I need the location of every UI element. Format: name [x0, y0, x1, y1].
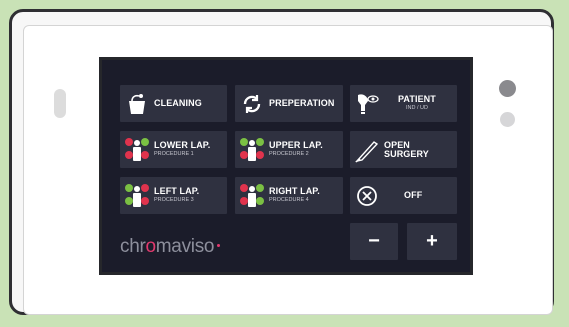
camera-sensor [499, 80, 516, 97]
patient-button[interactable]: PATIENT IND / UD [350, 85, 457, 122]
patient-label: PATIENT [398, 94, 436, 105]
lower-lap-button[interactable]: LOWER LAP. PROCEDURE 1 [120, 131, 227, 168]
upper-lap-button[interactable]: UPPER LAP. PROCEDURE 2 [235, 131, 343, 168]
light-sensor [500, 112, 515, 127]
cleaning-button[interactable]: CLEANING [120, 85, 227, 122]
close-circle-icon [350, 180, 384, 212]
right-lap-button[interactable]: RIGHT LAP. PROCEDURE 4 [235, 177, 343, 214]
upper-lap-sublabel: PROCEDURE 2 [269, 151, 309, 158]
right-lap-sublabel: PROCEDURE 4 [269, 197, 309, 204]
cleaning-label: CLEANING [154, 98, 202, 108]
patient-lights-icon [120, 180, 154, 212]
plus-label: + [426, 230, 438, 252]
left-lap-label: LEFT LAP. [154, 186, 200, 197]
preparation-label: PREPERATION [269, 98, 335, 108]
open-surgery-button[interactable]: OPEN SURGERY [350, 131, 457, 168]
plus-button[interactable]: + [407, 223, 457, 260]
off-button[interactable]: OFF [350, 177, 457, 214]
right-lap-label: RIGHT LAP. [269, 186, 320, 197]
left-lap-sublabel: PROCEDURE 3 [154, 197, 194, 204]
open-surgery-label: OPEN SURGERY [384, 139, 429, 159]
light-eye-icon [350, 88, 384, 120]
brand-logo: chromaviso [120, 236, 221, 258]
minus-button[interactable]: − [350, 223, 398, 260]
lower-lap-label: LOWER LAP. [154, 140, 211, 151]
refresh-icon [235, 88, 269, 120]
bucket-icon [120, 88, 154, 120]
logo-text-start: chr [120, 236, 146, 257]
upper-lap-label: UPPER LAP. [269, 140, 323, 151]
patient-lights-icon [235, 134, 269, 166]
off-label: OFF [404, 190, 423, 200]
patient-sublabel: IND / UD [405, 105, 428, 112]
minus-label: − [368, 230, 380, 252]
patient-lights-icon [235, 180, 269, 212]
side-slot [54, 89, 66, 118]
lower-lap-sublabel: PROCEDURE 1 [154, 151, 194, 158]
preparation-button[interactable]: PREPERATION [235, 85, 343, 122]
logo-o: o [145, 236, 157, 257]
left-lap-button[interactable]: LEFT LAP. PROCEDURE 3 [120, 177, 227, 214]
logo-text-end: maviso [155, 236, 215, 257]
scalpel-icon [350, 134, 384, 166]
patient-lights-icon [120, 134, 154, 166]
